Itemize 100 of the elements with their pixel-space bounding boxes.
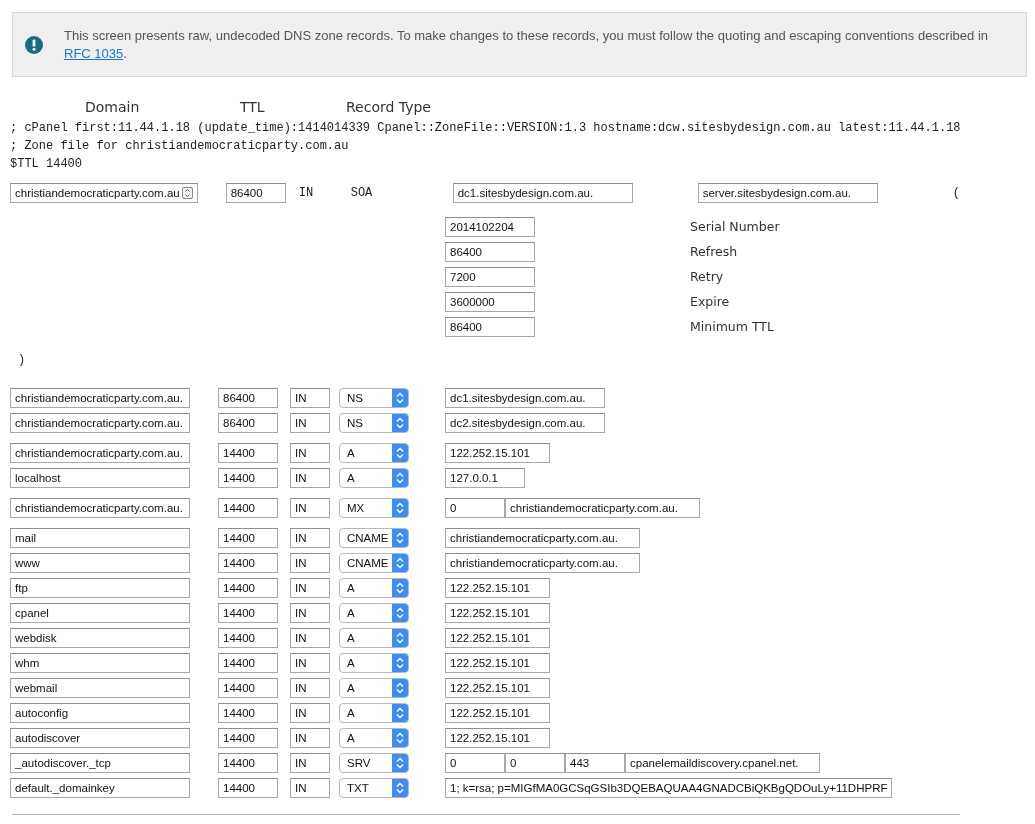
domain-field[interactable]: default._domainkey xyxy=(10,778,190,798)
class-field[interactable]: IN xyxy=(290,778,330,798)
record-type-select[interactable]: NS xyxy=(339,388,409,408)
ttl-field[interactable]: 14400 xyxy=(218,628,278,648)
record-data-field[interactable]: christiandemocraticparty.com.au. xyxy=(445,528,640,548)
contact-field[interactable]: server.sitesbydesign.com.au. xyxy=(697,183,878,203)
record-type-select[interactable]: A xyxy=(339,678,409,698)
ttl-field[interactable]: 14400 xyxy=(218,553,278,573)
ttl-field[interactable]: 14400 xyxy=(218,603,278,623)
open-paren-text: ( xyxy=(952,185,960,202)
domain-field[interactable]: webmail xyxy=(10,678,190,698)
soa-timer-label: Expire xyxy=(690,294,730,310)
column-header: Domain xyxy=(85,99,141,115)
class-field[interactable]: IN xyxy=(290,443,330,463)
domain-field[interactable]: whm xyxy=(10,653,190,673)
record-type-select[interactable]: NS xyxy=(339,413,409,433)
domain-field[interactable]: localhost xyxy=(10,468,190,488)
domain-field[interactable]: webdisk xyxy=(10,628,190,648)
class-field[interactable]: IN xyxy=(290,413,330,433)
record-data-field[interactable]: 122.252.15.101 xyxy=(445,678,550,698)
class-field[interactable]: IN xyxy=(290,553,330,573)
record-type-select[interactable]: SRV xyxy=(339,753,409,773)
record-data-field[interactable]: cpanelemaildiscovery.cpanel.net. xyxy=(625,753,820,773)
record-type-select[interactable]: A xyxy=(339,628,409,648)
record-data-field[interactable]: 122.252.15.101 xyxy=(445,578,550,598)
class-field[interactable]: IN xyxy=(290,468,330,488)
primary-ns-field[interactable]: dc1.sitesbydesign.com.au. xyxy=(452,183,633,203)
class-field[interactable]: IN xyxy=(290,728,330,748)
record-data-field[interactable]: 0 xyxy=(445,753,505,773)
record-data-field[interactable]: 0 xyxy=(445,498,505,518)
updown-chevron-icon xyxy=(392,554,408,572)
record-data-field[interactable]: 443 xyxy=(565,753,625,773)
record-data-field[interactable]: christiandemocraticparty.com.au. xyxy=(505,498,700,518)
ttl-field[interactable]: 86400 xyxy=(225,183,286,203)
record-data-field[interactable]: 122.252.15.101 xyxy=(445,628,550,648)
class-field[interactable]: IN xyxy=(290,628,330,648)
domain-field[interactable]: christiandemocraticparty.com.au xyxy=(10,183,198,203)
domain-field[interactable]: autoconfig xyxy=(10,703,190,723)
soa-timer-field[interactable]: 86400 xyxy=(445,317,535,337)
record-data-field[interactable]: 122.252.15.101 xyxy=(445,443,550,463)
record-type-select[interactable]: CNAME xyxy=(339,528,409,548)
class-field[interactable]: IN xyxy=(290,678,330,698)
record-type-select[interactable]: A xyxy=(339,443,409,463)
soa-timer-field[interactable]: 7200 xyxy=(445,267,535,287)
record-data-field[interactable]: 0 xyxy=(505,753,565,773)
domain-field[interactable]: _autodiscover._tcp xyxy=(10,753,190,773)
record-type-select[interactable]: CNAME xyxy=(339,553,409,573)
record-type-select[interactable]: A xyxy=(339,603,409,623)
record-data-field[interactable]: 127.0.0.1 xyxy=(445,468,525,488)
updown-chevron-icon xyxy=(392,729,408,747)
record-type-select[interactable]: MX xyxy=(339,498,409,518)
record-type-select[interactable]: A xyxy=(339,703,409,723)
record-type-select[interactable]: A xyxy=(339,653,409,673)
ttl-field[interactable]: 14400 xyxy=(218,468,278,488)
record-data-field[interactable]: christiandemocraticparty.com.au. xyxy=(445,553,640,573)
updown-chevron-icon xyxy=(392,414,408,432)
record-data-field[interactable]: dc2.sitesbydesign.com.au. xyxy=(445,413,605,433)
class-field[interactable]: IN xyxy=(290,603,330,623)
record-data-field[interactable]: 1; k=rsa; p=MIGfMA0GCSqGSIb3DQEBAQUAA4GNADCBiQKBgQDOuLy+11DHPRF xyxy=(445,778,893,798)
domain-field[interactable]: christiandemocraticparty.com.au. xyxy=(10,443,190,463)
domain-field[interactable]: christiandemocraticparty.com.au. xyxy=(10,413,190,433)
class-field[interactable]: IN xyxy=(290,703,330,723)
class-field[interactable]: IN xyxy=(290,388,330,408)
class-field[interactable]: IN xyxy=(290,498,330,518)
domain-field[interactable]: ftp xyxy=(10,578,190,598)
ttl-field[interactable]: 14400 xyxy=(218,653,278,673)
class-field[interactable]: IN xyxy=(290,653,330,673)
domain-field[interactable]: mail xyxy=(10,528,190,548)
record-type-select[interactable]: A xyxy=(339,468,409,488)
soa-timer-field[interactable]: 2014102204 xyxy=(445,217,535,237)
soa-timer-field[interactable]: 3600000 xyxy=(445,292,535,312)
updown-chevron-icon xyxy=(392,779,408,797)
ttl-field[interactable]: 14400 xyxy=(218,528,278,548)
record-data-field[interactable]: dc1.sitesbydesign.com.au. xyxy=(445,388,605,408)
ttl-field[interactable]: 86400 xyxy=(218,388,278,408)
record-type-select[interactable]: A xyxy=(339,728,409,748)
ttl-field[interactable]: 14400 xyxy=(218,703,278,723)
record-data-field[interactable]: 122.252.15.101 xyxy=(445,728,550,748)
class-field[interactable]: IN xyxy=(290,528,330,548)
record-type-select[interactable]: TXT xyxy=(339,778,409,798)
ttl-field[interactable]: 14400 xyxy=(218,443,278,463)
ttl-field[interactable]: 14400 xyxy=(218,578,278,598)
record-data-field[interactable]: 122.252.15.101 xyxy=(445,703,550,723)
ttl-field[interactable]: 14400 xyxy=(218,728,278,748)
record-data-field[interactable]: 122.252.15.101 xyxy=(445,603,550,623)
ttl-field[interactable]: 86400 xyxy=(218,413,278,433)
ttl-field[interactable]: 14400 xyxy=(218,498,278,518)
ttl-field[interactable]: 14400 xyxy=(218,678,278,698)
domain-field[interactable]: www xyxy=(10,553,190,573)
class-field[interactable]: IN xyxy=(290,578,330,598)
domain-field[interactable]: cpanel xyxy=(10,603,190,623)
soa-timer-field[interactable]: 86400 xyxy=(445,242,535,262)
domain-field[interactable]: christiandemocraticparty.com.au. xyxy=(10,498,190,518)
record-type-select[interactable]: A xyxy=(339,578,409,598)
ttl-field[interactable]: 14400 xyxy=(218,753,278,773)
ttl-field[interactable]: 14400 xyxy=(218,778,278,798)
domain-field[interactable]: autodiscover xyxy=(10,728,190,748)
record-data-field[interactable]: 122.252.15.101 xyxy=(445,653,550,673)
domain-field[interactable]: christiandemocraticparty.com.au. xyxy=(10,388,190,408)
class-field[interactable]: IN xyxy=(290,753,330,773)
